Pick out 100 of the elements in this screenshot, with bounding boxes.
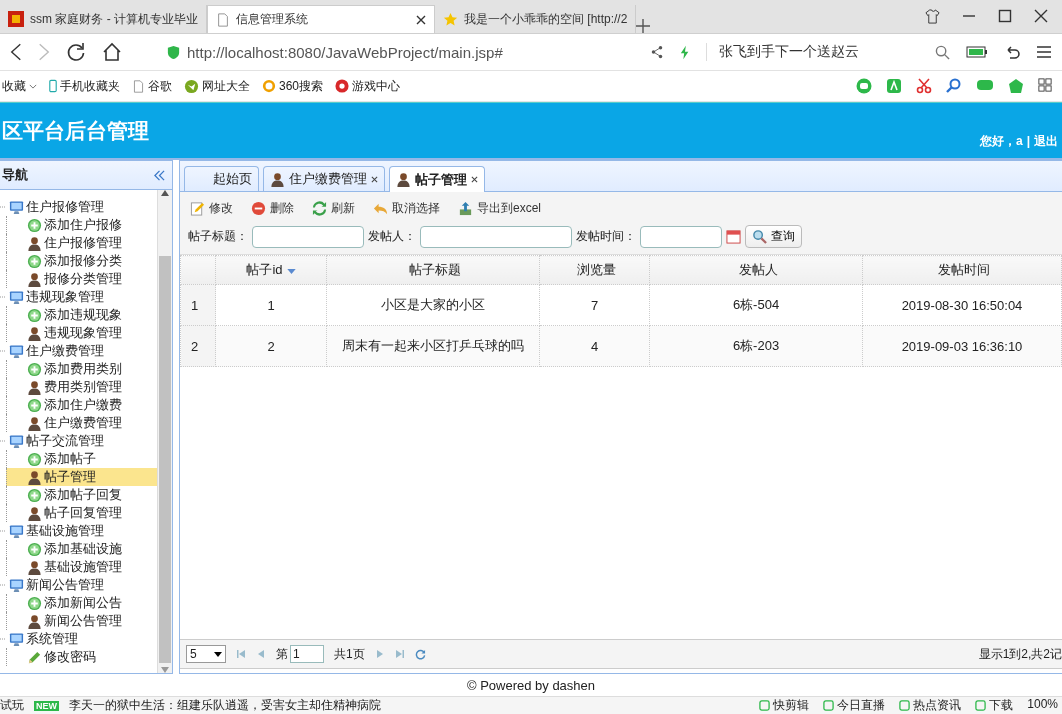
refresh-icon[interactable] [414, 648, 426, 660]
bookmark-link[interactable]: 游戏中心 [335, 77, 401, 95]
star-icon [443, 11, 458, 27]
status-item[interactable]: 热点资讯 [899, 697, 962, 714]
back-icon[interactable] [10, 42, 22, 62]
plus-icon [27, 595, 42, 611]
search-field[interactable]: 张飞到手下一个送赵云 [706, 43, 919, 61]
undo-icon[interactable] [1004, 44, 1020, 60]
content-tab[interactable]: 帖子管理 [389, 166, 485, 192]
input-field[interactable] [252, 225, 364, 248]
toolbar-button[interactable]: 修改 [188, 198, 235, 219]
bookmark-link[interactable]: 谷歌 [132, 77, 172, 95]
close-icon[interactable] [371, 175, 378, 183]
table-cell: 6栋-203 [649, 325, 863, 367]
close-icon[interactable] [471, 176, 478, 183]
tree-item[interactable]: 添加费用类别 [27, 360, 122, 378]
globe-icon [184, 78, 199, 94]
grid-icon[interactable] [1038, 78, 1052, 92]
row-number: 1 [180, 284, 216, 326]
table-cell: 4 [539, 325, 650, 367]
news-link[interactable]: 李天一的狱中生活：组建乐队逍遥，受害女主却住精神病院 [69, 697, 381, 714]
filter-label: 发帖人： [368, 228, 416, 245]
tree-item[interactable]: 添加新闻公告 [27, 594, 122, 612]
search-icon[interactable] [935, 44, 950, 60]
battery-icon[interactable] [966, 46, 988, 58]
status-item[interactable]: 快剪辑 [759, 697, 810, 714]
tree-item[interactable]: 费用类别管理 [27, 378, 122, 396]
tree-group[interactable]: 帖子交流管理 [9, 432, 104, 450]
browser-tab[interactable]: 信息管理系统 [207, 5, 435, 33]
plus-icon [27, 217, 42, 233]
tree-group[interactable]: 新闻公告管理 [9, 576, 104, 594]
tree-item[interactable]: 修改密码 [27, 648, 96, 666]
scrollbar[interactable] [157, 190, 172, 673]
date-field[interactable] [640, 225, 722, 248]
share-icon[interactable] [650, 45, 664, 59]
tree-item[interactable]: 添加帖子回复 [27, 486, 122, 504]
page-field[interactable]: 1 [290, 645, 324, 663]
toolbar-button[interactable]: 删除 [249, 198, 296, 219]
toolbar-button[interactable]: 导出到excel [456, 198, 543, 219]
tree-item[interactable]: 添加报修分类 [27, 252, 122, 270]
bookmark-link[interactable]: 手机收藏夹 [49, 77, 120, 95]
tree-item[interactable]: 住户缴费管理 [27, 414, 122, 432]
content-tab[interactable]: 起始页 [184, 166, 259, 191]
translate-icon[interactable] [886, 78, 902, 94]
tree-item[interactable]: 添加住户报修 [27, 216, 122, 234]
input-field[interactable] [420, 225, 572, 248]
tree-group[interactable]: 住户缴费管理 [9, 342, 104, 360]
tree-group[interactable]: 住户报修管理 [9, 198, 104, 216]
browser-tab[interactable]: 我是一个小乖乖的空间 [http://2 [435, 5, 637, 33]
column-header[interactable]: 浏览量 [539, 255, 650, 285]
table-cell: 2019-09-03 16:36:10 [862, 325, 1062, 367]
calendar-icon[interactable] [726, 229, 741, 244]
scissors-icon[interactable] [916, 78, 932, 94]
page-size-select[interactable]: 5 [186, 645, 226, 663]
zoom-level[interactable]: 100% [1027, 697, 1058, 714]
home-icon[interactable] [102, 42, 122, 62]
tree-item[interactable]: 添加住户缴费 [27, 396, 122, 414]
menu-icon[interactable] [1036, 44, 1052, 60]
tree-item[interactable]: 添加违规现象 [27, 306, 122, 324]
tree-item[interactable]: 新闻公告管理 [27, 612, 122, 630]
bookmark-link[interactable]: 360搜索 [262, 77, 324, 95]
status-icon [899, 700, 911, 711]
close-icon[interactable] [416, 14, 426, 25]
browser-tab[interactable]: ssm 家庭财务 - 计算机专业毕业 [0, 5, 207, 33]
ring-icon [262, 79, 276, 93]
tree-group[interactable]: 基础设施管理 [9, 522, 104, 540]
maximize-icon[interactable] [998, 9, 1012, 23]
close-icon[interactable] [1034, 9, 1048, 23]
search-icon[interactable] [946, 78, 962, 94]
search-button[interactable]: 查询 [745, 225, 802, 248]
tree-item[interactable]: 基础设施管理 [27, 558, 122, 576]
chat-icon[interactable] [856, 78, 872, 94]
bookmark-link[interactable]: 收藏 [2, 77, 37, 95]
new-tab-icon[interactable] [636, 19, 651, 33]
tree-item[interactable]: 添加基础设施 [27, 540, 122, 558]
status-item[interactable]: 今日直播 [823, 697, 886, 714]
status-link[interactable]: 试玩 [0, 697, 24, 714]
column-header[interactable]: 发帖人 [649, 255, 863, 285]
collapse-icon[interactable] [153, 169, 166, 181]
toolbar-button[interactable]: 取消选择 [371, 198, 442, 219]
column-header[interactable]: 帖子id [215, 255, 327, 285]
tree-item[interactable]: 违规现象管理 [27, 324, 122, 342]
column-header[interactable]: 发帖时间 [862, 255, 1062, 285]
bookmark-link[interactable]: 网址大全 [184, 77, 250, 95]
tree-item[interactable]: 住户报修管理 [27, 234, 122, 252]
tree-group[interactable]: 违规现象管理 [9, 288, 104, 306]
tree-item[interactable]: 报修分类管理 [27, 270, 122, 288]
address-field[interactable]: http://localhost:8080/JavaWebProject/main.jsp# [166, 43, 634, 61]
lightning-icon[interactable] [680, 44, 690, 60]
monitor-icon [9, 343, 24, 359]
tree-group[interactable]: 系统管理 [9, 630, 78, 648]
reload-icon[interactable] [66, 42, 86, 62]
shirt-icon[interactable] [925, 9, 940, 24]
tree-item[interactable]: 帖子回复管理 [27, 504, 122, 522]
status-item[interactable]: 下载 [975, 697, 1014, 714]
column-header[interactable]: 帖子标题 [326, 255, 540, 285]
content-tab[interactable]: 住户缴费管理 [263, 166, 385, 191]
toolbar-button[interactable]: 刷新 [310, 198, 357, 219]
separator-text: | [1026, 134, 1030, 148]
tree-item[interactable]: 添加帖子 [27, 450, 96, 468]
